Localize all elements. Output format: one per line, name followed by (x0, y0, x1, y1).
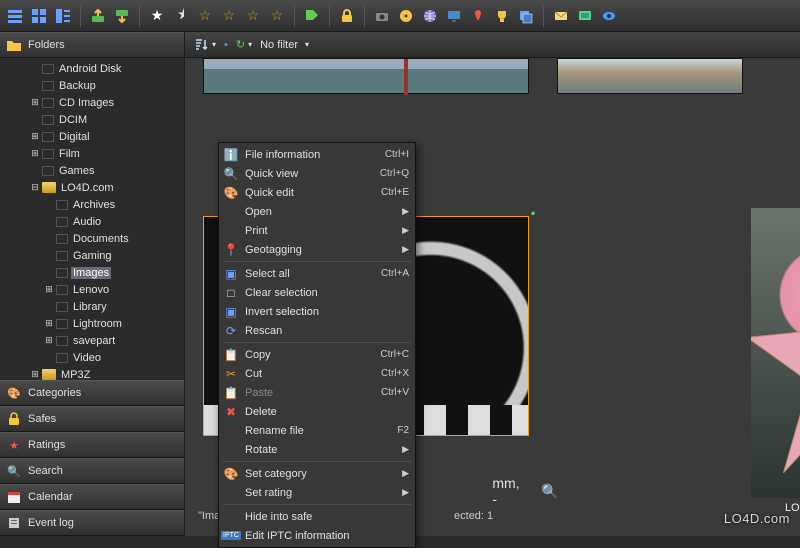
menu-item[interactable]: Hide into safe (219, 507, 415, 526)
camera-icon[interactable] (371, 5, 393, 27)
menu-item[interactable]: 📍Geotagging▶ (219, 240, 415, 259)
main-toolbar: ★ ⯨ ☆ ☆ ☆ ☆ (0, 0, 800, 32)
menu-item[interactable]: 📋CopyCtrl+C (219, 345, 415, 364)
pin-icon[interactable] (467, 5, 489, 27)
screen-icon[interactable] (574, 5, 596, 27)
filter-dropdown[interactable]: No filter▾ (260, 39, 309, 51)
menu-item[interactable]: Rename fileF2 (219, 421, 415, 440)
menu-item[interactable]: ✂CutCtrl+X (219, 364, 415, 383)
badge-green-icon: ▪ (531, 206, 543, 218)
sort-button[interactable]: ▾ (193, 37, 216, 53)
panel-search-label: Search (28, 465, 63, 477)
thumb-city[interactable] (557, 58, 743, 94)
menu-item[interactable]: ▣Select allCtrl+A (219, 264, 415, 283)
rating-star-1-icon[interactable]: ★ (146, 5, 168, 27)
tree-item[interactable]: ⊞Lightroom (0, 315, 184, 332)
watermark: LO4D.com (724, 511, 790, 526)
panel-calendar-label: Calendar (28, 491, 73, 503)
tree-item[interactable]: Library (0, 298, 184, 315)
tree-item[interactable]: ⊟LO4D.com (0, 179, 184, 196)
tree-item[interactable]: ⊞Film (0, 145, 184, 162)
import-icon[interactable] (87, 5, 109, 27)
menu-item[interactable]: ▣Invert selection (219, 302, 415, 321)
panel-folders-label: Folders (28, 39, 65, 51)
thumb-bridge[interactable] (203, 58, 529, 94)
view-details-icon[interactable] (52, 5, 74, 27)
menu-item[interactable]: □Clear selection (219, 283, 415, 302)
panel-categories-label: Categories (28, 387, 81, 399)
palette-icon: 🎨 (6, 385, 22, 401)
panel-folders[interactable]: Folders (0, 32, 184, 58)
stack-icon[interactable] (515, 5, 537, 27)
globe-icon[interactable] (419, 5, 441, 27)
menu-item[interactable]: Set rating▶ (219, 483, 415, 502)
tree-item[interactable]: Android Disk (0, 60, 184, 77)
disc-icon[interactable] (395, 5, 417, 27)
rating-star-5-icon[interactable]: ☆ (242, 5, 264, 27)
safe-lock-icon (6, 411, 22, 427)
tree-item[interactable]: Backup (0, 77, 184, 94)
menu-item[interactable]: Open▶ (219, 202, 415, 221)
menu-item[interactable]: ✖Delete (219, 402, 415, 421)
tree-item[interactable]: Audio (0, 213, 184, 230)
rating-star-3-icon[interactable]: ☆ (194, 5, 216, 27)
monitor-icon[interactable] (443, 5, 465, 27)
tree-item[interactable]: Documents (0, 230, 184, 247)
menu-item[interactable]: ⟳Rescan (219, 321, 415, 340)
filter-bar: ▾ • ↻▾ No filter▾ (185, 32, 800, 58)
menu-item: 📋PasteCtrl+V (219, 383, 415, 402)
panel-safes-label: Safes (28, 413, 56, 425)
tree-item[interactable]: ⊞savepart (0, 332, 184, 349)
tag-icon[interactable] (301, 5, 323, 27)
rating-star-2-icon[interactable]: ⯨ (170, 5, 192, 27)
info-zoom-icon[interactable]: 🔍 (541, 482, 559, 500)
view-thumbs-icon[interactable] (28, 5, 50, 27)
envelope-icon[interactable] (550, 5, 572, 27)
panel-eventlog-label: Event log (28, 517, 74, 529)
rating-star-6-icon[interactable]: ☆ (266, 5, 288, 27)
tree-item[interactable]: ⊞Digital (0, 128, 184, 145)
menu-item[interactable]: 🎨Quick editCtrl+E (219, 183, 415, 202)
tree-item[interactable]: DCIM (0, 111, 184, 128)
panel-search[interactable]: 🔍 Search (0, 458, 184, 484)
panel-eventlog[interactable]: Event log (0, 510, 184, 536)
menu-item[interactable]: 🔍Quick viewCtrl+Q (219, 164, 415, 183)
log-icon (6, 515, 22, 531)
export-icon[interactable] (111, 5, 133, 27)
tree-item[interactable]: ⊞CD Images (0, 94, 184, 111)
tree-item[interactable]: Archives (0, 196, 184, 213)
caption-dsc: DSC06106.jpg (751, 170, 800, 182)
tree-item[interactable]: Images (0, 264, 184, 281)
panel-ratings[interactable]: ★ Ratings (0, 432, 184, 458)
panel-ratings-label: Ratings (28, 439, 65, 451)
tree-item[interactable]: Games (0, 162, 184, 179)
folder-icon (6, 37, 22, 53)
tree-item[interactable]: ⊞Lenovo (0, 281, 184, 298)
tree-item[interactable]: Video (0, 349, 184, 366)
info-text: mm, - (497, 482, 515, 500)
sidebar: Folders Android DiskBackup⊞CD ImagesDCIM… (0, 32, 184, 536)
tree-item[interactable]: ⊞MP3Z (0, 366, 184, 380)
eye-icon[interactable] (598, 5, 620, 27)
rating-star-4-icon[interactable]: ☆ (218, 5, 240, 27)
view-list-icon[interactable] (4, 5, 26, 27)
menu-item[interactable]: 🎨Set category▶ (219, 464, 415, 483)
star-rating-icon: ★ (6, 437, 22, 453)
refresh-button[interactable]: ↻▾ (236, 38, 252, 51)
panel-safes[interactable]: Safes (0, 406, 184, 432)
menu-item[interactable]: Rotate▶ (219, 440, 415, 459)
magnifier-icon: 🔍 (6, 463, 22, 479)
panel-calendar[interactable]: Calendar (0, 484, 184, 510)
filter-label: No filter (260, 39, 298, 51)
menu-item[interactable]: Print▶ (219, 221, 415, 240)
menu-item[interactable]: ℹ️File informationCtrl+I (219, 145, 415, 164)
calendar-icon (6, 489, 22, 505)
context-menu[interactable]: ℹ️File informationCtrl+I🔍Quick viewCtrl+… (218, 142, 416, 548)
trophy-icon[interactable] (491, 5, 513, 27)
thumb-starfish[interactable]: 2 (751, 208, 800, 498)
lock-icon[interactable] (336, 5, 358, 27)
tree-item[interactable]: Gaming (0, 247, 184, 264)
panel-categories[interactable]: 🎨 Categories (0, 380, 184, 406)
folder-tree[interactable]: Android DiskBackup⊞CD ImagesDCIM⊞Digital… (0, 58, 184, 380)
